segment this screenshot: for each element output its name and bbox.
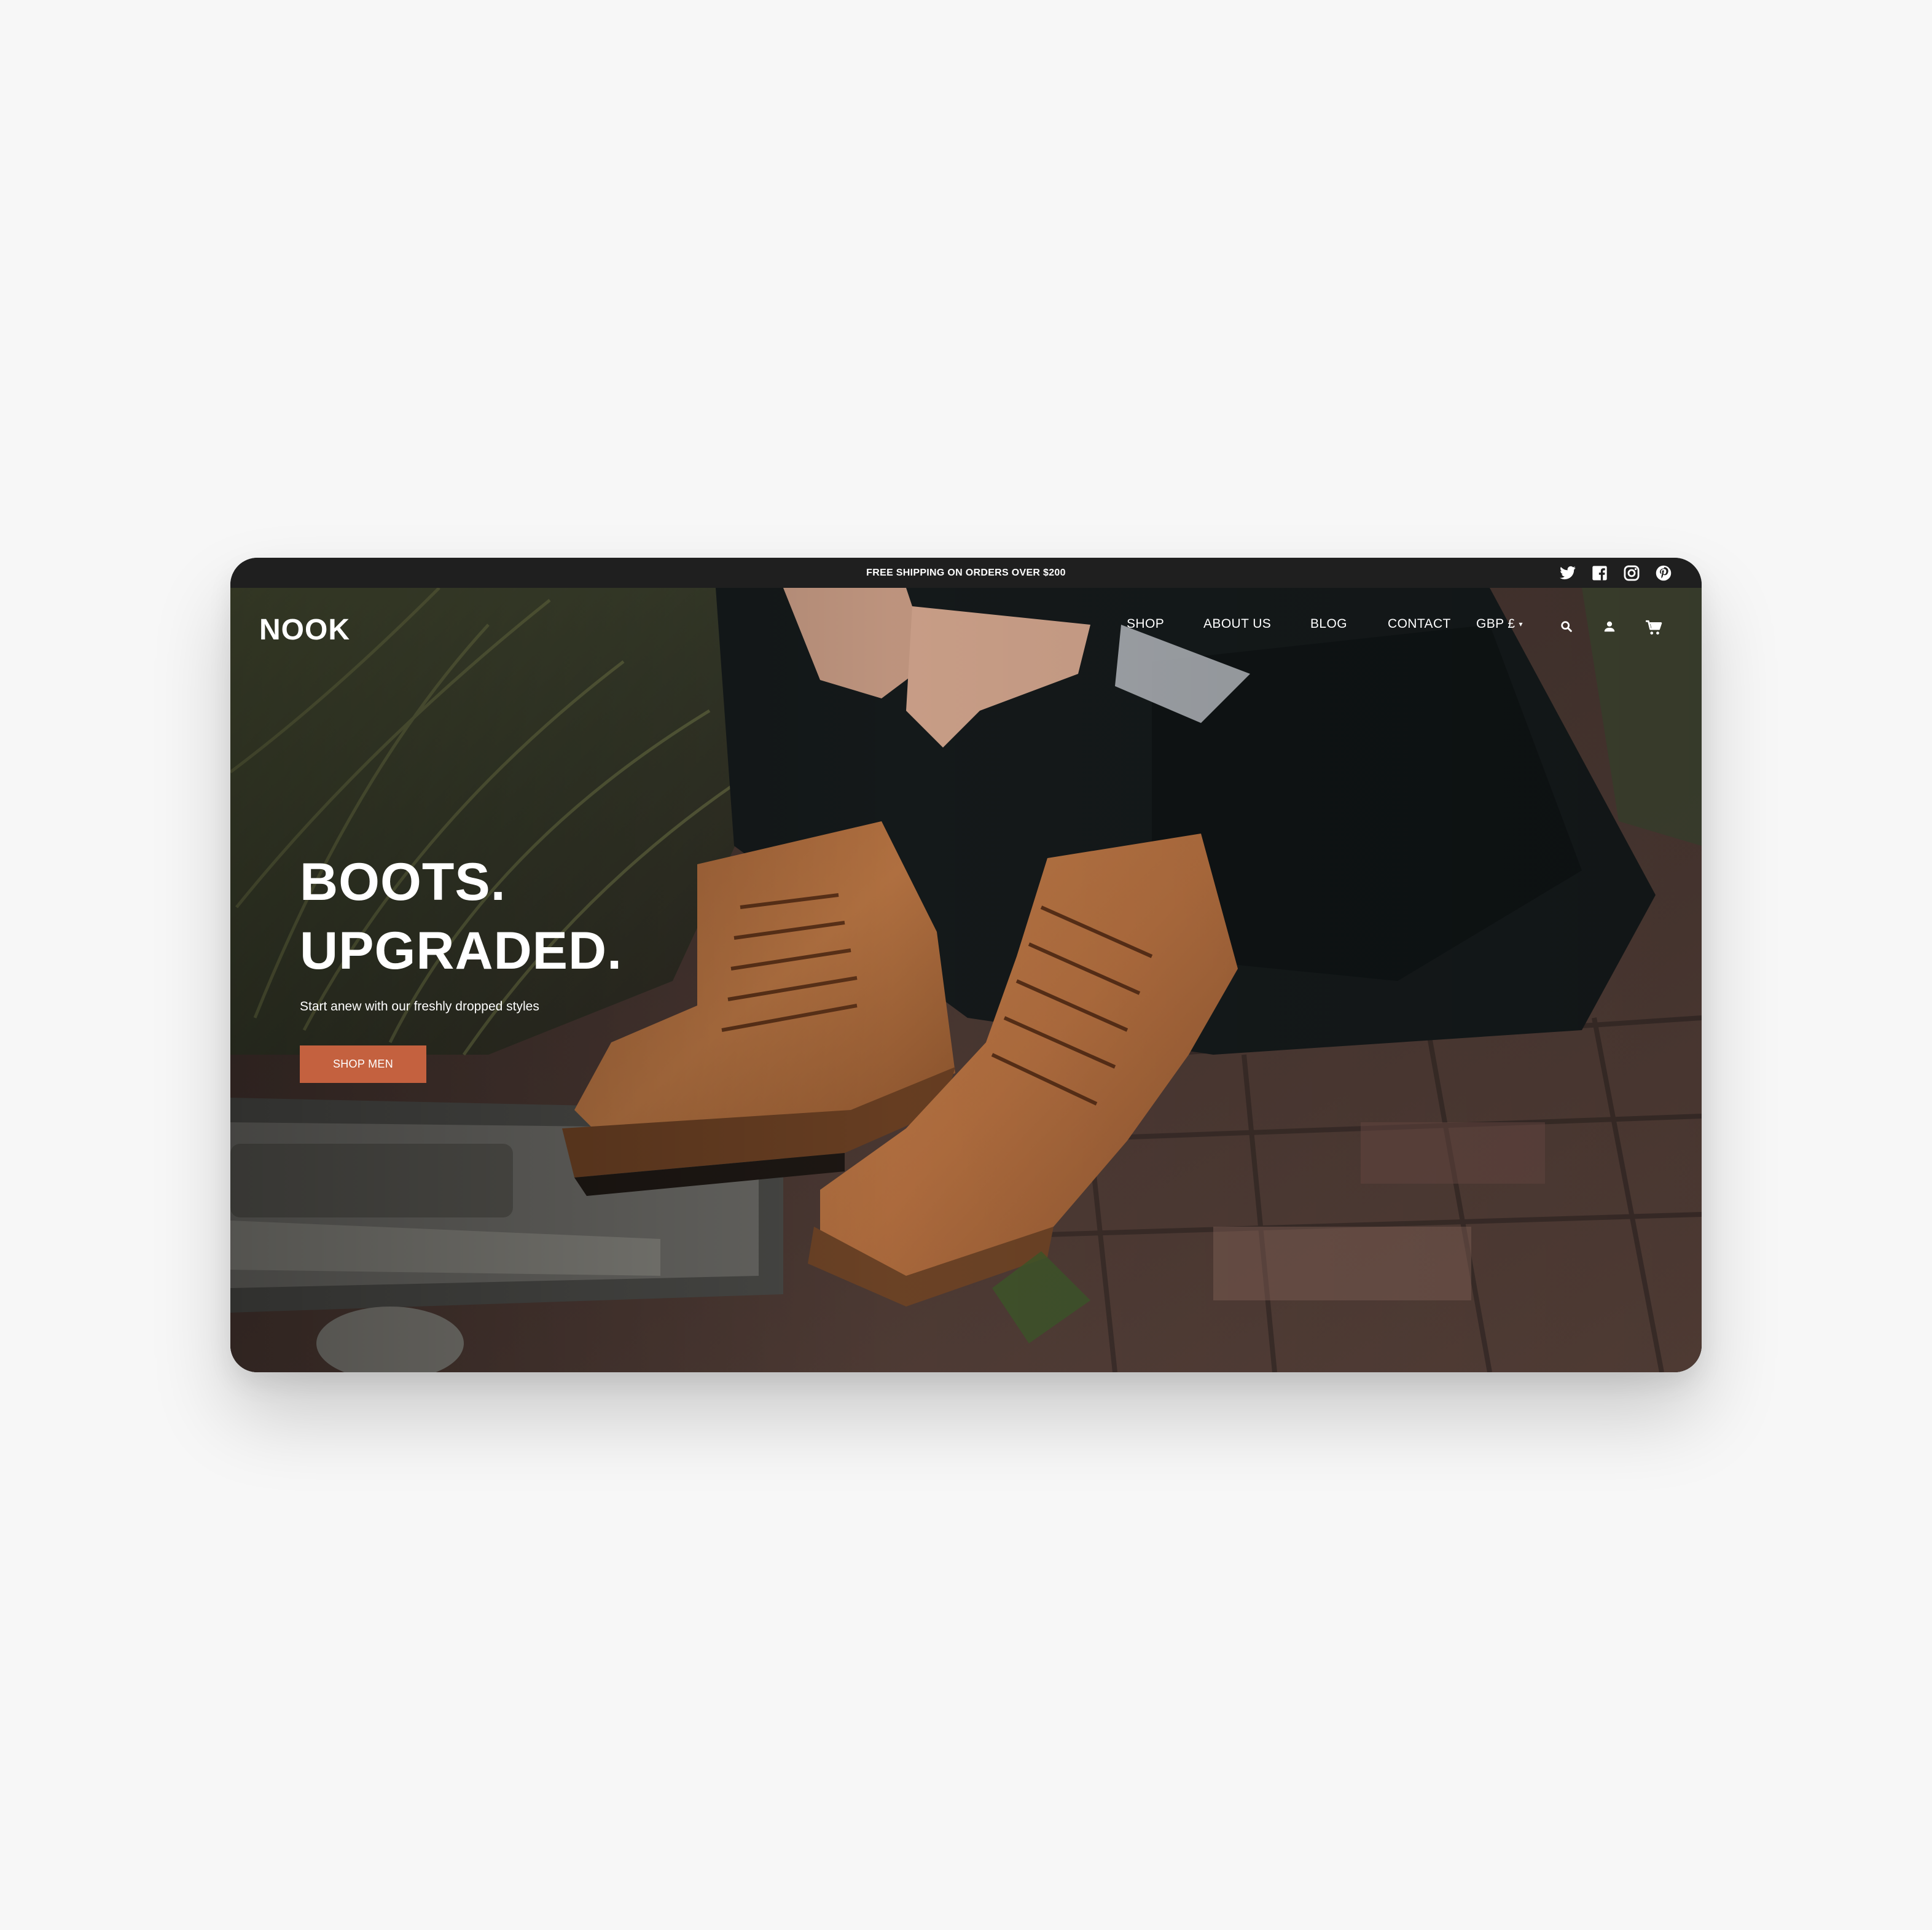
nav-item-shop[interactable]: SHOP xyxy=(1127,617,1164,631)
nav-item-blog[interactable]: BLOG xyxy=(1310,617,1347,631)
hero-headline-line-2: UPGRADED. xyxy=(300,921,623,980)
currency-selector[interactable]: GBP £ ▾ xyxy=(1476,617,1523,631)
nav-item-about-us-label: ABOUT US xyxy=(1203,617,1272,631)
browser-window: FREE SHIPPING ON ORDERS OVER $200 NOOK S… xyxy=(230,558,1702,1372)
instagram-icon[interactable] xyxy=(1623,565,1640,582)
twitter-icon[interactable] xyxy=(1559,565,1576,582)
hero-headline: BOOTS. UPGRADED. xyxy=(300,848,622,985)
hero-section: NOOK SHOP ABOUT US BLOG CONTACT GBP £ ▾ B… xyxy=(230,588,1702,1372)
currency-selector-label: GBP £ xyxy=(1476,617,1515,631)
chevron-down-icon: ▾ xyxy=(1519,620,1523,628)
hero-headline-line-1: BOOTS. xyxy=(300,853,506,912)
shop-men-button[interactable]: SHOP MEN xyxy=(300,1045,426,1083)
announcement-bar: FREE SHIPPING ON ORDERS OVER $200 xyxy=(230,558,1702,588)
pinterest-icon[interactable] xyxy=(1655,565,1672,582)
facebook-icon[interactable] xyxy=(1591,565,1608,582)
nav-item-about-us[interactable]: ABOUT US xyxy=(1203,617,1271,631)
cart-icon[interactable] xyxy=(1645,620,1662,636)
nav-item-contact[interactable]: CONTACT xyxy=(1388,617,1451,631)
nav-item-contact-label: CONTACT xyxy=(1388,617,1451,631)
hero-subtext: Start anew with our freshly dropped styl… xyxy=(300,999,539,1014)
nav-item-blog-label: BLOG xyxy=(1310,617,1347,631)
social-links xyxy=(1559,558,1672,588)
search-icon[interactable] xyxy=(1560,620,1573,633)
nav-item-shop-label: SHOP xyxy=(1127,617,1165,631)
announcement-text: FREE SHIPPING ON ORDERS OVER $200 xyxy=(866,568,1066,578)
site-logo[interactable]: NOOK xyxy=(259,613,350,647)
account-icon[interactable] xyxy=(1603,620,1616,633)
